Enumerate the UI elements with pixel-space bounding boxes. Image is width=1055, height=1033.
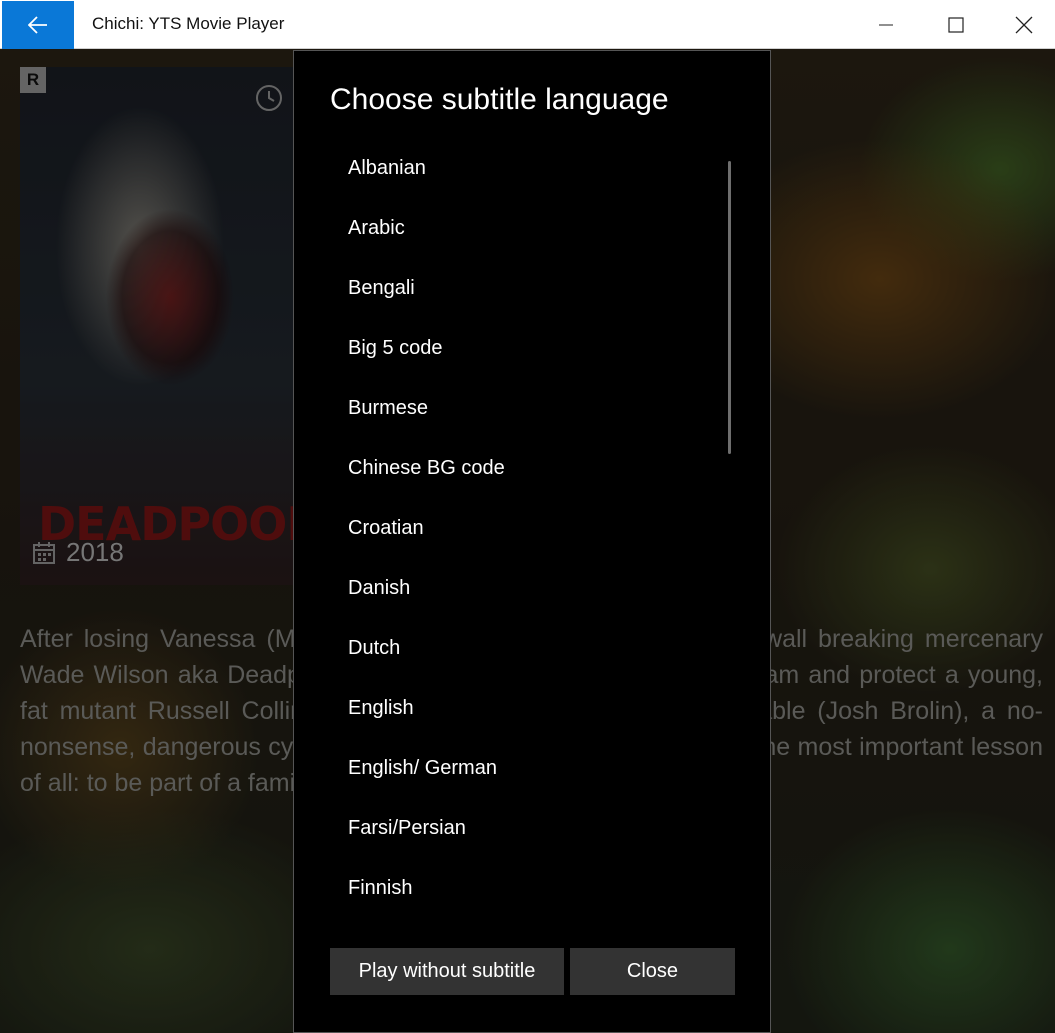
play-without-subtitle-button[interactable]: Play without subtitle <box>330 948 564 995</box>
language-list: Albanian Arabic Bengali Big 5 code Burme… <box>330 138 730 918</box>
subtitle-language-dialog: Choose subtitle language Albanian Arabic… <box>293 50 771 1033</box>
maximize-icon <box>948 16 964 33</box>
title-bar: Chichi: YTS Movie Player <box>0 0 1055 49</box>
language-item[interactable]: Farsi/Persian <box>330 798 730 858</box>
language-item[interactable]: Big 5 code <box>330 318 730 378</box>
close-button[interactable]: Close <box>570 948 735 995</box>
language-item[interactable]: Finnish <box>330 858 730 918</box>
language-item[interactable]: Danish <box>330 558 730 618</box>
back-arrow-icon <box>28 16 47 34</box>
language-item[interactable]: Arabic <box>330 198 730 258</box>
dialog-title: Choose subtitle language <box>330 83 669 116</box>
close-icon <box>1015 16 1033 33</box>
window-title: Chichi: YTS Movie Player <box>92 14 285 33</box>
minimize-button[interactable] <box>852 0 920 49</box>
language-item[interactable]: Dutch <box>330 618 730 678</box>
language-list-scrollbar[interactable] <box>728 161 731 454</box>
language-item[interactable]: Burmese <box>330 378 730 438</box>
close-window-button[interactable] <box>990 0 1055 49</box>
language-item[interactable]: Croatian <box>330 498 730 558</box>
language-item[interactable]: English/ German <box>330 738 730 798</box>
language-item[interactable]: Albanian <box>330 138 730 198</box>
back-button[interactable] <box>2 1 74 49</box>
maximize-button[interactable] <box>922 0 990 49</box>
language-item[interactable]: Chinese BG code <box>330 438 730 498</box>
language-item[interactable]: English <box>330 678 730 738</box>
language-item[interactable]: Bengali <box>330 258 730 318</box>
minimize-icon <box>879 24 893 25</box>
